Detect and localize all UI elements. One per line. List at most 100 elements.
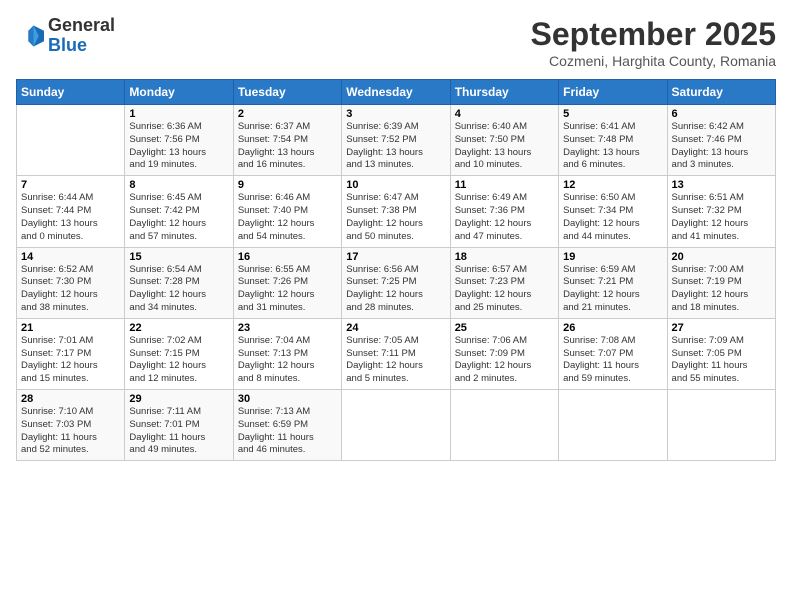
day-info: Sunrise: 7:05 AMSunset: 7:11 PMDaylight:… (346, 335, 445, 386)
calendar-cell: 4Sunrise: 6:40 AMSunset: 7:50 PMDaylight… (450, 105, 558, 176)
day-info: Sunrise: 7:00 AMSunset: 7:19 PMDaylight:… (672, 264, 771, 315)
day-number: 30 (238, 393, 337, 405)
day-number: 4 (455, 108, 554, 120)
day-info: Sunrise: 6:46 AMSunset: 7:40 PMDaylight:… (238, 192, 337, 243)
subtitle: Cozmeni, Harghita County, Romania (531, 53, 776, 69)
header-monday: Monday (125, 80, 233, 105)
calendar-cell: 26Sunrise: 7:08 AMSunset: 7:07 PMDayligh… (559, 318, 667, 389)
header-saturday: Saturday (667, 80, 775, 105)
day-info: Sunrise: 7:11 AMSunset: 7:01 PMDaylight:… (129, 406, 228, 457)
day-number: 13 (672, 179, 771, 191)
calendar-cell: 25Sunrise: 7:06 AMSunset: 7:09 PMDayligh… (450, 318, 558, 389)
day-info: Sunrise: 7:06 AMSunset: 7:09 PMDaylight:… (455, 335, 554, 386)
day-info: Sunrise: 7:01 AMSunset: 7:17 PMDaylight:… (21, 335, 120, 386)
calendar-cell: 6Sunrise: 6:42 AMSunset: 7:46 PMDaylight… (667, 105, 775, 176)
day-info: Sunrise: 7:04 AMSunset: 7:13 PMDaylight:… (238, 335, 337, 386)
day-info: Sunrise: 6:36 AMSunset: 7:56 PMDaylight:… (129, 121, 228, 172)
calendar-cell (450, 390, 558, 461)
week-row-1: 1Sunrise: 6:36 AMSunset: 7:56 PMDaylight… (17, 105, 776, 176)
day-number: 3 (346, 108, 445, 120)
calendar-cell: 23Sunrise: 7:04 AMSunset: 7:13 PMDayligh… (233, 318, 341, 389)
calendar-cell: 11Sunrise: 6:49 AMSunset: 7:36 PMDayligh… (450, 176, 558, 247)
calendar-cell: 9Sunrise: 6:46 AMSunset: 7:40 PMDaylight… (233, 176, 341, 247)
day-number: 23 (238, 322, 337, 334)
calendar-cell: 22Sunrise: 7:02 AMSunset: 7:15 PMDayligh… (125, 318, 233, 389)
calendar-cell: 24Sunrise: 7:05 AMSunset: 7:11 PMDayligh… (342, 318, 450, 389)
week-row-2: 7Sunrise: 6:44 AMSunset: 7:44 PMDaylight… (17, 176, 776, 247)
day-info: Sunrise: 6:54 AMSunset: 7:28 PMDaylight:… (129, 264, 228, 315)
day-number: 27 (672, 322, 771, 334)
week-row-3: 14Sunrise: 6:52 AMSunset: 7:30 PMDayligh… (17, 247, 776, 318)
day-info: Sunrise: 6:50 AMSunset: 7:34 PMDaylight:… (563, 192, 662, 243)
day-number: 28 (21, 393, 120, 405)
title-block: September 2025 Cozmeni, Harghita County,… (531, 16, 776, 69)
day-number: 9 (238, 179, 337, 191)
weekday-header-row: Sunday Monday Tuesday Wednesday Thursday… (17, 80, 776, 105)
calendar-cell: 5Sunrise: 6:41 AMSunset: 7:48 PMDaylight… (559, 105, 667, 176)
calendar-cell: 15Sunrise: 6:54 AMSunset: 7:28 PMDayligh… (125, 247, 233, 318)
logo: General Blue (16, 16, 115, 56)
day-info: Sunrise: 6:51 AMSunset: 7:32 PMDaylight:… (672, 192, 771, 243)
day-info: Sunrise: 7:02 AMSunset: 7:15 PMDaylight:… (129, 335, 228, 386)
day-number: 8 (129, 179, 228, 191)
day-number: 14 (21, 251, 120, 263)
day-info: Sunrise: 6:49 AMSunset: 7:36 PMDaylight:… (455, 192, 554, 243)
day-number: 20 (672, 251, 771, 263)
calendar-cell: 27Sunrise: 7:09 AMSunset: 7:05 PMDayligh… (667, 318, 775, 389)
week-row-4: 21Sunrise: 7:01 AMSunset: 7:17 PMDayligh… (17, 318, 776, 389)
calendar-cell: 21Sunrise: 7:01 AMSunset: 7:17 PMDayligh… (17, 318, 125, 389)
day-number: 11 (455, 179, 554, 191)
day-number: 2 (238, 108, 337, 120)
header-friday: Friday (559, 80, 667, 105)
day-info: Sunrise: 7:13 AMSunset: 6:59 PMDaylight:… (238, 406, 337, 457)
calendar-table: Sunday Monday Tuesday Wednesday Thursday… (16, 79, 776, 461)
calendar-cell: 28Sunrise: 7:10 AMSunset: 7:03 PMDayligh… (17, 390, 125, 461)
day-number: 29 (129, 393, 228, 405)
day-info: Sunrise: 6:55 AMSunset: 7:26 PMDaylight:… (238, 264, 337, 315)
day-info: Sunrise: 6:52 AMSunset: 7:30 PMDaylight:… (21, 264, 120, 315)
calendar-cell (17, 105, 125, 176)
day-number: 24 (346, 322, 445, 334)
day-info: Sunrise: 6:42 AMSunset: 7:46 PMDaylight:… (672, 121, 771, 172)
calendar-cell (667, 390, 775, 461)
day-number: 25 (455, 322, 554, 334)
page: General Blue September 2025 Cozmeni, Har… (0, 0, 792, 612)
week-row-5: 28Sunrise: 7:10 AMSunset: 7:03 PMDayligh… (17, 390, 776, 461)
calendar-cell: 2Sunrise: 6:37 AMSunset: 7:54 PMDaylight… (233, 105, 341, 176)
calendar-cell: 14Sunrise: 6:52 AMSunset: 7:30 PMDayligh… (17, 247, 125, 318)
day-number: 22 (129, 322, 228, 334)
day-info: Sunrise: 6:37 AMSunset: 7:54 PMDaylight:… (238, 121, 337, 172)
day-info: Sunrise: 6:59 AMSunset: 7:21 PMDaylight:… (563, 264, 662, 315)
calendar-cell: 3Sunrise: 6:39 AMSunset: 7:52 PMDaylight… (342, 105, 450, 176)
day-info: Sunrise: 7:10 AMSunset: 7:03 PMDaylight:… (21, 406, 120, 457)
calendar-cell: 18Sunrise: 6:57 AMSunset: 7:23 PMDayligh… (450, 247, 558, 318)
day-number: 16 (238, 251, 337, 263)
header: General Blue September 2025 Cozmeni, Har… (16, 16, 776, 69)
day-info: Sunrise: 6:47 AMSunset: 7:38 PMDaylight:… (346, 192, 445, 243)
day-number: 26 (563, 322, 662, 334)
day-number: 5 (563, 108, 662, 120)
calendar-cell: 1Sunrise: 6:36 AMSunset: 7:56 PMDaylight… (125, 105, 233, 176)
logo-text: General Blue (48, 16, 115, 56)
day-number: 21 (21, 322, 120, 334)
day-number: 6 (672, 108, 771, 120)
calendar-cell: 20Sunrise: 7:00 AMSunset: 7:19 PMDayligh… (667, 247, 775, 318)
day-number: 17 (346, 251, 445, 263)
calendar-cell: 30Sunrise: 7:13 AMSunset: 6:59 PMDayligh… (233, 390, 341, 461)
header-thursday: Thursday (450, 80, 558, 105)
day-number: 18 (455, 251, 554, 263)
day-info: Sunrise: 6:40 AMSunset: 7:50 PMDaylight:… (455, 121, 554, 172)
day-number: 19 (563, 251, 662, 263)
header-sunday: Sunday (17, 80, 125, 105)
day-info: Sunrise: 6:41 AMSunset: 7:48 PMDaylight:… (563, 121, 662, 172)
day-number: 12 (563, 179, 662, 191)
calendar-cell: 8Sunrise: 6:45 AMSunset: 7:42 PMDaylight… (125, 176, 233, 247)
day-info: Sunrise: 7:08 AMSunset: 7:07 PMDaylight:… (563, 335, 662, 386)
day-info: Sunrise: 6:44 AMSunset: 7:44 PMDaylight:… (21, 192, 120, 243)
calendar-cell: 13Sunrise: 6:51 AMSunset: 7:32 PMDayligh… (667, 176, 775, 247)
calendar-cell: 29Sunrise: 7:11 AMSunset: 7:01 PMDayligh… (125, 390, 233, 461)
calendar-cell: 19Sunrise: 6:59 AMSunset: 7:21 PMDayligh… (559, 247, 667, 318)
day-info: Sunrise: 6:57 AMSunset: 7:23 PMDaylight:… (455, 264, 554, 315)
calendar-cell: 12Sunrise: 6:50 AMSunset: 7:34 PMDayligh… (559, 176, 667, 247)
calendar-cell: 7Sunrise: 6:44 AMSunset: 7:44 PMDaylight… (17, 176, 125, 247)
